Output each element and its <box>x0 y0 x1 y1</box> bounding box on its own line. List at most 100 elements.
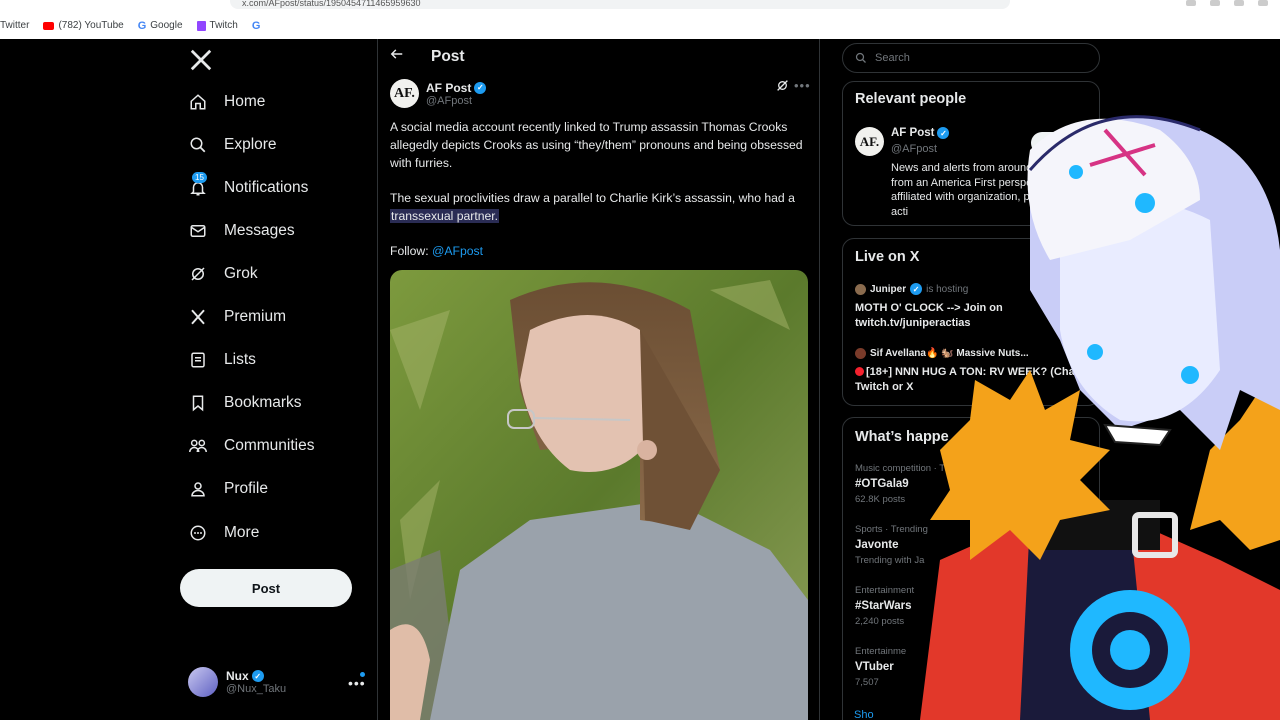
author-handle[interactable]: @AFpost <box>426 95 486 107</box>
author-name[interactable]: AF Post <box>426 81 471 95</box>
panel-title: Live on X <box>855 249 920 265</box>
more-circle-icon <box>188 523 208 543</box>
search-icon <box>188 135 208 155</box>
search-icon <box>855 52 866 63</box>
nav-label: Lists <box>224 351 256 368</box>
trend-item[interactable]: Sports · Trending Javonte Trending with … <box>855 524 1055 566</box>
trend-count: 62.8K posts <box>855 494 906 505</box>
envelope-icon <box>188 221 208 241</box>
address-bar-strip: x.com/AFpost/status/1950454711465959630 <box>0 0 1280 12</box>
more-dots-icon[interactable]: ••• <box>348 675 366 691</box>
bookmark-youtube[interactable]: (782) YouTube <box>43 20 124 31</box>
trend-count: 2,240 posts <box>855 616 905 627</box>
nav-messages[interactable]: Messages <box>188 211 295 251</box>
bell-icon: 15 <box>188 172 208 198</box>
text-selection: transsexual partner. <box>390 208 500 223</box>
verified-icon: ✓ <box>937 127 950 139</box>
post-button[interactable]: Post <box>180 569 352 607</box>
live-title: [18+] NNN HUG A TON: RV WEEK? (Chat on T… <box>855 366 1095 393</box>
twitch-icon <box>196 20 206 31</box>
avatar <box>188 667 218 697</box>
person-name: AF Post <box>891 127 935 139</box>
trend-item[interactable]: Music competition · Tr #OTGala9 62.8K po… <box>855 463 1055 505</box>
window-control-icon[interactable] <box>1258 0 1268 6</box>
search-input[interactable]: Search <box>842 43 1100 73</box>
bookmark-label: Twitch <box>209 20 238 31</box>
live-item[interactable]: Juniper ✓ is hosting MOTH O' CLOCK --> Joi… <box>855 283 1095 331</box>
live-on-x-panel: Live on X Juniper ✓ is hosting MOTH O' CLO… <box>842 238 1100 406</box>
post-text-segment: Follow: <box>390 244 432 259</box>
grok-icon <box>188 264 208 284</box>
bookmark-label: Google <box>150 20 183 31</box>
live-indicator-icon <box>855 367 864 376</box>
mention-link[interactable]: @AFpost <box>432 244 483 258</box>
browser-toolbar-icons <box>1186 0 1280 10</box>
search-placeholder: Search <box>875 52 910 64</box>
nav-communities[interactable]: Communities <box>188 426 314 466</box>
trend-meta: Entertainment <box>855 585 915 596</box>
bookmark-twitch[interactable]: Twitch <box>196 20 238 31</box>
post-paragraph: A social media account recently linked t… <box>390 120 803 170</box>
live-item[interactable]: Sif Avellana🔥 🐿️ Massive Nuts... [18+] N… <box>855 348 1095 395</box>
post-photo[interactable] <box>390 270 808 720</box>
back-arrow-icon[interactable] <box>390 47 404 66</box>
author-avatar[interactable]: AF. <box>390 79 419 108</box>
show-more-link[interactable]: Sho <box>854 709 874 720</box>
live-status: is hosting <box>926 283 969 295</box>
live-host-name: Juniper <box>870 283 907 295</box>
nav-label: Home <box>224 93 266 110</box>
bookmark-label: (782) YouTube <box>58 20 124 31</box>
page-title: Post <box>431 48 465 65</box>
nav-grok[interactable]: Grok <box>188 254 258 294</box>
screen: x.com/AFpost/status/1950454711465959630 … <box>0 0 1280 720</box>
address-bar[interactable]: x.com/AFpost/status/1950454711465959630 <box>230 0 1010 9</box>
more-options-icon[interactable]: ••• <box>794 78 811 93</box>
avatar <box>855 348 866 359</box>
bookmark-google[interactable]: G Google <box>138 20 183 32</box>
trend-item[interactable]: Entertainme VTuber 7,507 <box>855 646 1055 688</box>
trend-item[interactable]: Entertainment #StarWars 2,240 posts <box>855 585 1055 627</box>
nav-explore[interactable]: Explore <box>188 125 277 165</box>
live-title-row: [18+] NNN HUG A TON: RV WEEK? (Chat on T… <box>855 365 1095 395</box>
x-icon <box>188 307 208 327</box>
post-paragraph: The sexual proclivities draw a parallel … <box>390 190 810 226</box>
trend-name: #OTGala9 <box>855 478 909 490</box>
bookmark-icon <box>188 393 208 413</box>
nav-label: Profile <box>224 480 268 497</box>
person-handle[interactable]: @AFpost <box>891 143 937 155</box>
follow-button[interactable]: Follow <box>1031 132 1089 154</box>
post-header: Post <box>378 39 819 77</box>
nav-profile[interactable]: Profile <box>188 469 268 509</box>
bookmark-twitter[interactable]: Twitter <box>0 20 29 31</box>
trend-name: VTuber <box>855 661 894 673</box>
youtube-icon <box>43 21 55 30</box>
bookmark-google-2[interactable]: G <box>252 20 261 32</box>
live-host-name: Sif Avellana🔥 🐿️ Massive Nuts... <box>870 348 1029 359</box>
account-name: Nux <box>226 669 249 683</box>
extension-icon[interactable] <box>1234 0 1244 6</box>
account-switcher[interactable]: Nux ✓ @Nux_Taku <box>188 667 286 697</box>
nav-label: Bookmarks <box>224 394 302 411</box>
person-name-row[interactable]: AF Post ✓ <box>891 127 950 139</box>
nav-premium[interactable]: Premium <box>188 297 286 337</box>
nav-lists[interactable]: Lists <box>188 340 256 380</box>
nav-label: More <box>224 524 260 541</box>
extension-icon[interactable] <box>1210 0 1220 6</box>
bookmarks-bar: Twitter (782) YouTube G Google Twitch G <box>0 12 1280 39</box>
nav-notifications[interactable]: 15 Notifications <box>188 168 308 208</box>
nav-more[interactable]: More <box>188 513 259 553</box>
nav-home[interactable]: Home <box>188 82 265 122</box>
avatar[interactable]: AF. <box>855 127 884 156</box>
extension-icon[interactable] <box>1186 0 1196 6</box>
x-logo-icon[interactable] <box>190 49 220 79</box>
trend-count: 7,507 <box>855 677 879 688</box>
post-author[interactable]: AF. AF Post ✓ @AFpost <box>390 79 487 108</box>
relevant-people-panel: Relevant people AF. AF Post ✓ @AFpost Fol… <box>842 81 1100 226</box>
nav-label: Premium <box>224 308 287 325</box>
grok-explain-icon[interactable] <box>776 79 789 95</box>
verified-icon: ✓ <box>910 283 923 295</box>
trends-panel: What’s happe Music competition · Tr #OTG… <box>842 417 1100 720</box>
nav-bookmarks[interactable]: Bookmarks <box>188 383 302 423</box>
left-navigation: Home Explore 15 Notifications Messages G… <box>180 39 377 720</box>
google-icon: G <box>137 19 147 32</box>
